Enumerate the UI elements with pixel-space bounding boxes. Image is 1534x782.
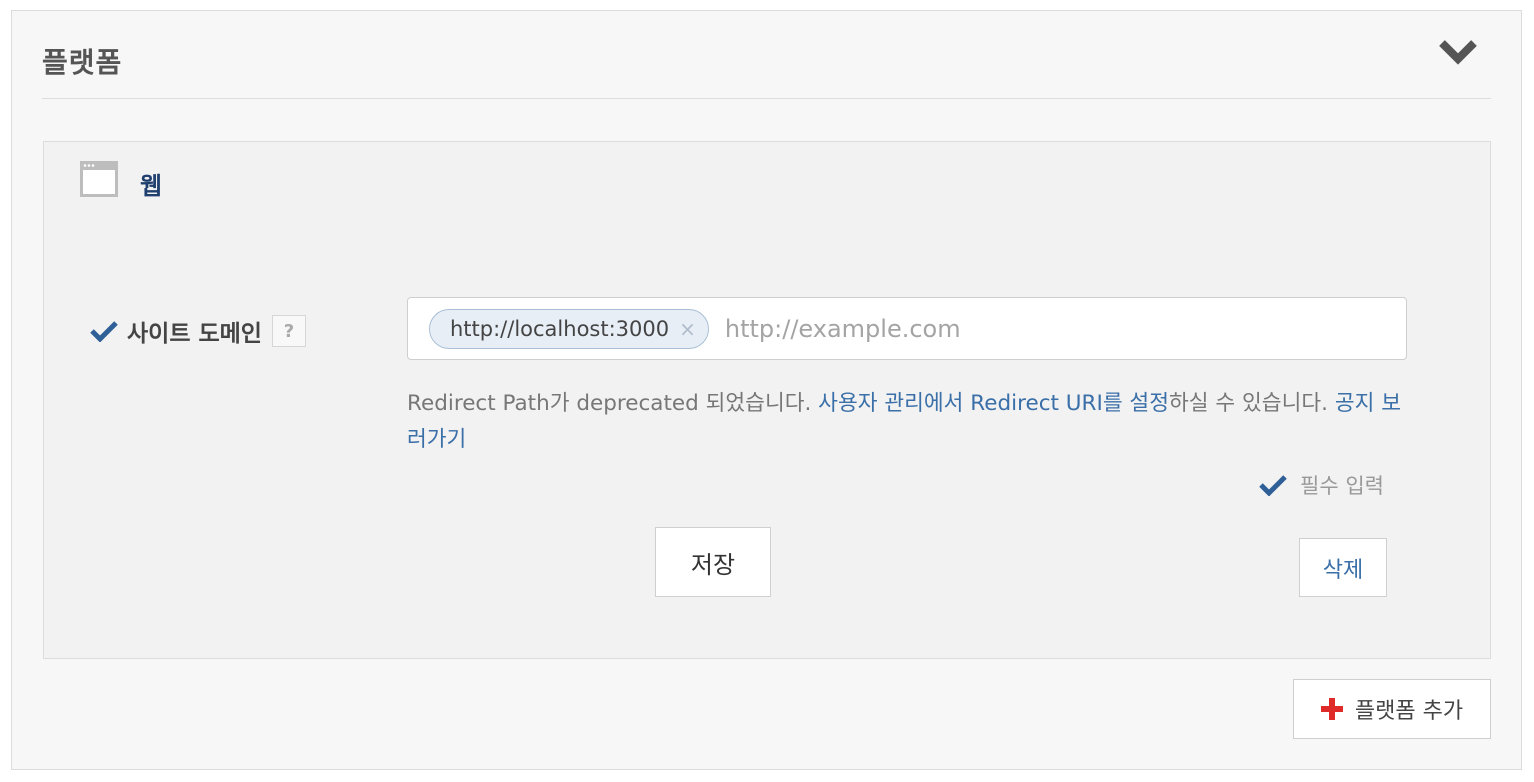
redirect-notice: Redirect Path가 deprecated 되었습니다. 사용자 관리에… (407, 386, 1417, 458)
redirect-uri-settings-link[interactable]: 사용자 관리에서 Redirect URI를 설정 (818, 391, 1169, 416)
required-legend: 필수 입력 (1258, 468, 1384, 502)
required-check-icon (1259, 475, 1287, 496)
delete-button[interactable]: 삭제 (1299, 538, 1387, 597)
collapse-button[interactable] (1436, 35, 1480, 71)
site-domain-input[interactable] (724, 314, 1406, 343)
site-domain-field[interactable]: http://localhost:3000 × (407, 297, 1407, 360)
platform-panel: 플랫폼 웹 사이트 도메인 ? http://localhost:3000 × (11, 10, 1522, 770)
notice-text-before: Redirect Path가 deprecated 되었습니다. (407, 391, 819, 416)
domain-tag-value: http://localhost:3000 (450, 316, 670, 341)
save-button[interactable]: 저장 (655, 527, 771, 597)
remove-tag-icon[interactable]: × (679, 317, 696, 341)
add-platform-label: 플랫폼 추가 (1354, 699, 1464, 724)
platform-name: 웹 (140, 172, 163, 200)
plus-icon (1320, 698, 1343, 720)
browser-window-icon (80, 161, 118, 197)
site-domain-label: 사이트 도메인 ? (89, 314, 306, 348)
help-button[interactable]: ? (271, 315, 306, 347)
required-check-icon (90, 321, 118, 342)
site-domain-label-text: 사이트 도메인 (127, 321, 262, 347)
web-platform-card: 웹 사이트 도메인 ? http://localhost:3000 × Redi… (43, 141, 1491, 659)
notice-text-after: 하실 수 있습니다. (1169, 391, 1335, 416)
chevron-down-icon (1439, 40, 1477, 65)
add-platform-button[interactable]: 플랫폼 추가 (1293, 679, 1491, 739)
required-legend-text: 필수 입력 (1300, 474, 1384, 498)
section-title: 플랫폼 (42, 46, 123, 79)
title-divider (42, 98, 1491, 99)
domain-tag: http://localhost:3000 × (429, 308, 709, 349)
